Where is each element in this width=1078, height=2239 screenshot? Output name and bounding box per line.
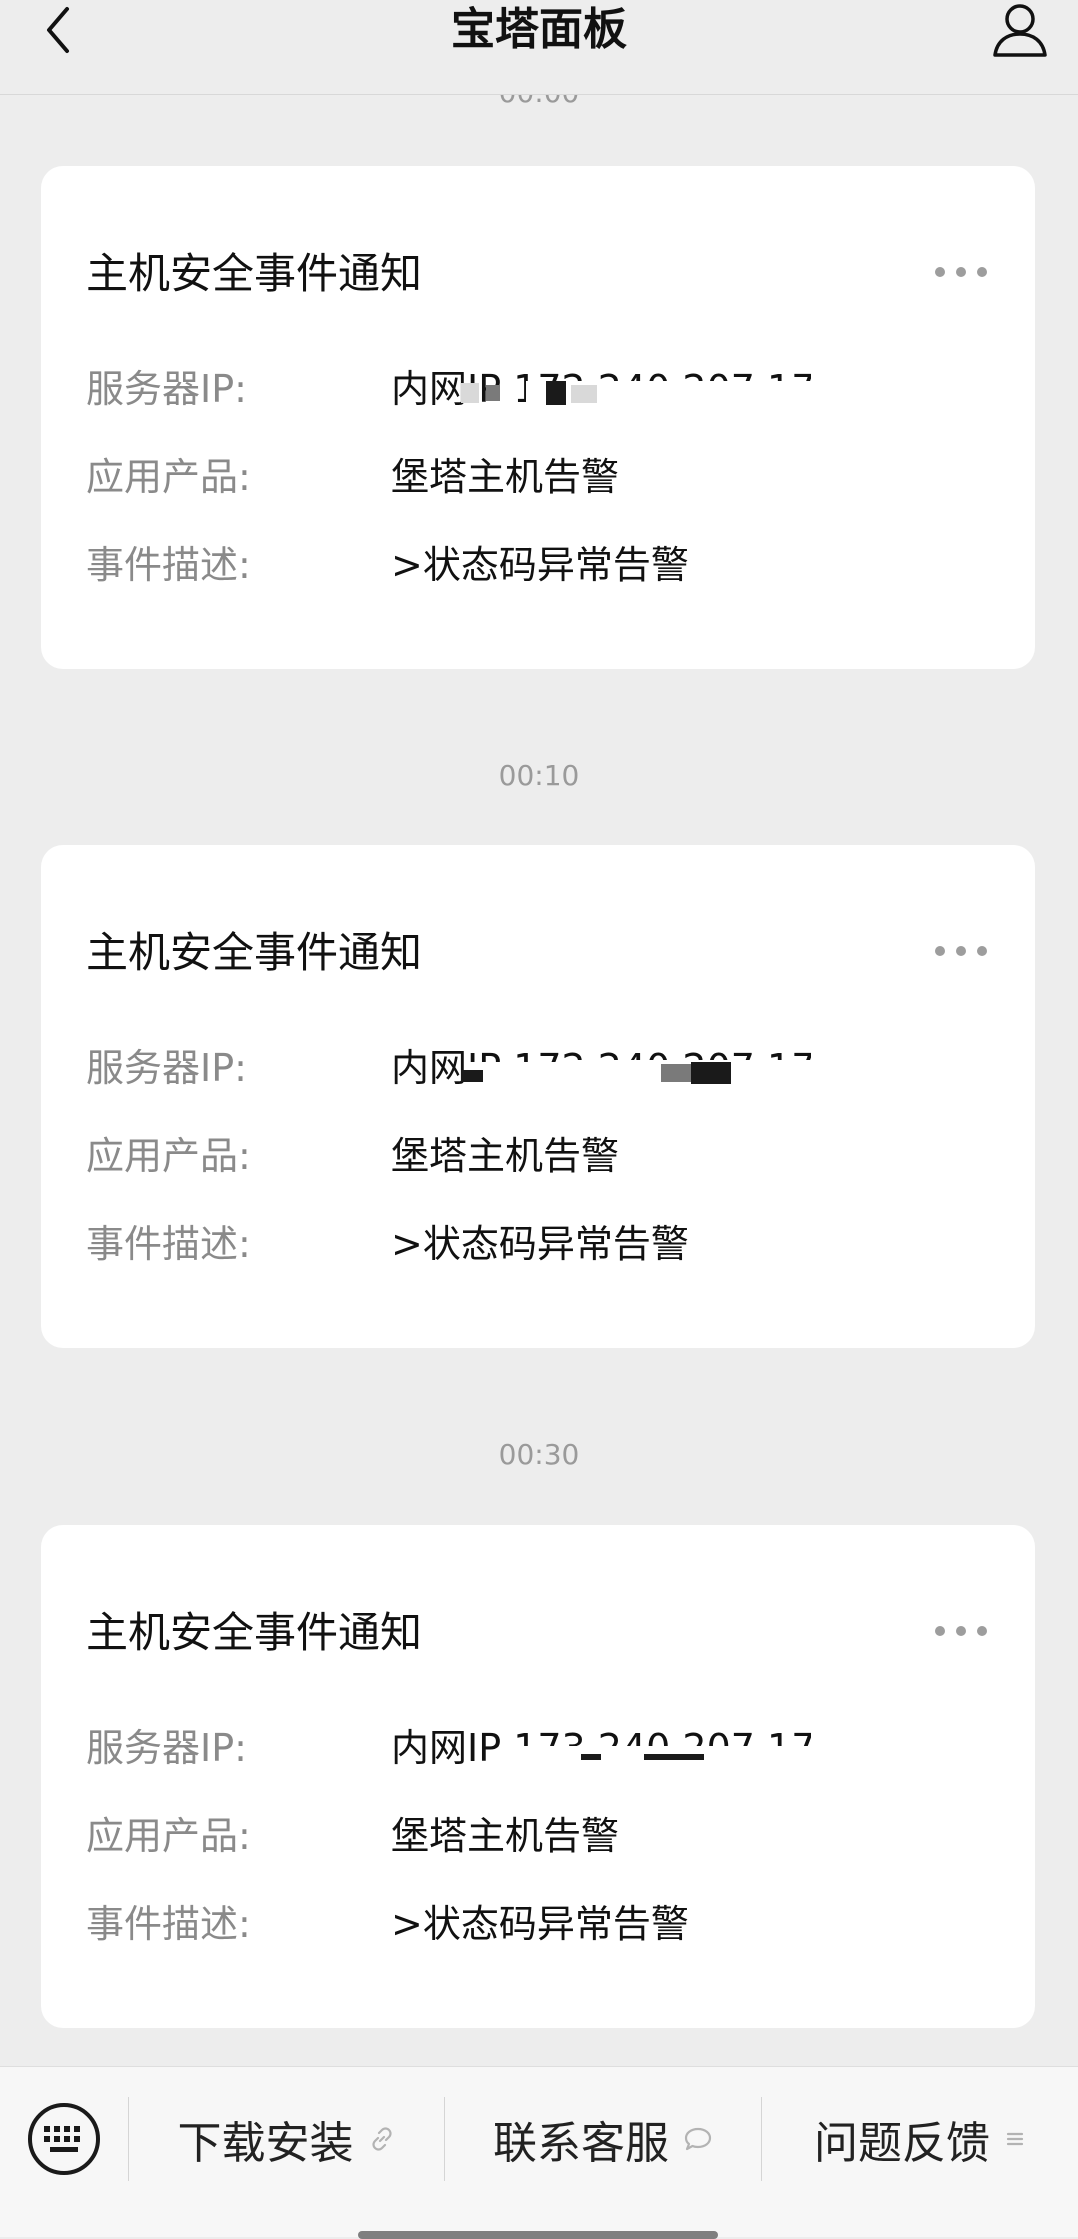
- product-value: 堡塔主机告警: [391, 1134, 620, 1178]
- server-ip-label: 服务器IP:: [86, 1726, 247, 1770]
- top-nav-bar: 宝塔面板: [0, 0, 1078, 95]
- event-value: >状态码异常告警: [391, 1902, 689, 1946]
- link-icon: [368, 2125, 396, 2153]
- redaction-mask: [691, 1062, 731, 1084]
- keyboard-toggle-button[interactable]: [27, 2102, 101, 2176]
- page-title: 宝塔面板: [451, 4, 627, 55]
- menu-contact-support[interactable]: 联系客服: [445, 2097, 761, 2181]
- more-options-icon[interactable]: [935, 256, 987, 288]
- redaction-mask: [546, 381, 566, 405]
- message-card[interactable]: 主机安全事件通知 服务器IP: 内网IP 172.240.207.17 应用产品…: [41, 845, 1035, 1348]
- server-ip-row: 服务器IP: 内网IP 172.240.207.17: [86, 1040, 986, 1096]
- more-options-icon[interactable]: [935, 935, 987, 967]
- message-timestamp: 00:30: [498, 1438, 580, 1471]
- server-ip-row: 服务器IP: 内网IP 173.240.207.17: [86, 1720, 986, 1776]
- redaction-mask: [661, 1064, 691, 1082]
- redaction-mask: [581, 1754, 601, 1760]
- chat-bubble-icon: [683, 2125, 713, 2153]
- server-ip-row: 服务器IP: 内网IP 172.240.207.17: [86, 361, 986, 417]
- message-card[interactable]: 主机安全事件通知 服务器IP: 内网IP 173.240.207.17 应用产品…: [41, 1525, 1035, 2028]
- redaction-mask: [644, 1754, 704, 1760]
- product-label: 应用产品:: [86, 1814, 251, 1858]
- message-card[interactable]: 主机安全事件通知 服务器IP: 内网IP 172.240.207.17 应用产品…: [41, 166, 1035, 669]
- menu-label: 联系客服: [493, 2118, 669, 2169]
- redaction-mask: [571, 385, 597, 403]
- card-title: 主机安全事件通知: [86, 1608, 423, 1657]
- event-label: 事件描述:: [86, 1902, 251, 1946]
- home-indicator: [358, 2231, 718, 2239]
- menu-lines-icon: [1004, 2128, 1026, 2150]
- event-row: 事件描述: >状态码异常告警: [86, 1896, 986, 1952]
- menu-feedback[interactable]: 问题反馈: [762, 2097, 1078, 2181]
- redaction-mask: [516, 1746, 816, 1776]
- product-row: 应用产品: 堡塔主机告警: [86, 1128, 986, 1184]
- redaction-mask: [466, 1062, 606, 1096]
- server-ip-label: 服务器IP:: [86, 1046, 247, 1090]
- menu-download-install[interactable]: 下载安装: [129, 2097, 444, 2181]
- server-ip-label: 服务器IP:: [86, 367, 247, 411]
- product-label: 应用产品:: [86, 1134, 251, 1178]
- event-value: >状态码异常告警: [391, 543, 689, 587]
- redaction-mask: [461, 383, 479, 403]
- product-label: 应用产品:: [86, 455, 251, 499]
- user-icon: [993, 4, 1047, 57]
- event-row: 事件描述: >状态码异常告警: [86, 1216, 986, 1272]
- profile-button[interactable]: [990, 0, 1050, 60]
- product-row: 应用产品: 堡塔主机告警: [86, 1808, 986, 1864]
- menu-label: 问题反馈: [814, 2118, 990, 2169]
- bottom-menu-bar: 下载安装 联系客服 问题反馈: [0, 2066, 1078, 2239]
- keyboard-icon: [28, 2103, 100, 2175]
- event-value: >状态码异常告警: [391, 1222, 689, 1266]
- redaction-mask: [486, 385, 500, 401]
- event-label: 事件描述:: [86, 1222, 251, 1266]
- menu-label: 下载安装: [177, 2118, 354, 2169]
- product-value: 堡塔主机告警: [391, 455, 620, 499]
- more-options-icon[interactable]: [935, 1615, 987, 1647]
- card-title: 主机安全事件通知: [86, 928, 423, 977]
- redaction-mask: [461, 1070, 483, 1082]
- card-title: 主机安全事件通知: [86, 249, 423, 298]
- product-value: 堡塔主机告警: [391, 1814, 620, 1858]
- message-timestamp: 00:10: [498, 759, 580, 792]
- event-label: 事件描述:: [86, 543, 251, 587]
- product-row: 应用产品: 堡塔主机告警: [86, 449, 986, 505]
- event-row: 事件描述: >状态码异常告警: [86, 537, 986, 593]
